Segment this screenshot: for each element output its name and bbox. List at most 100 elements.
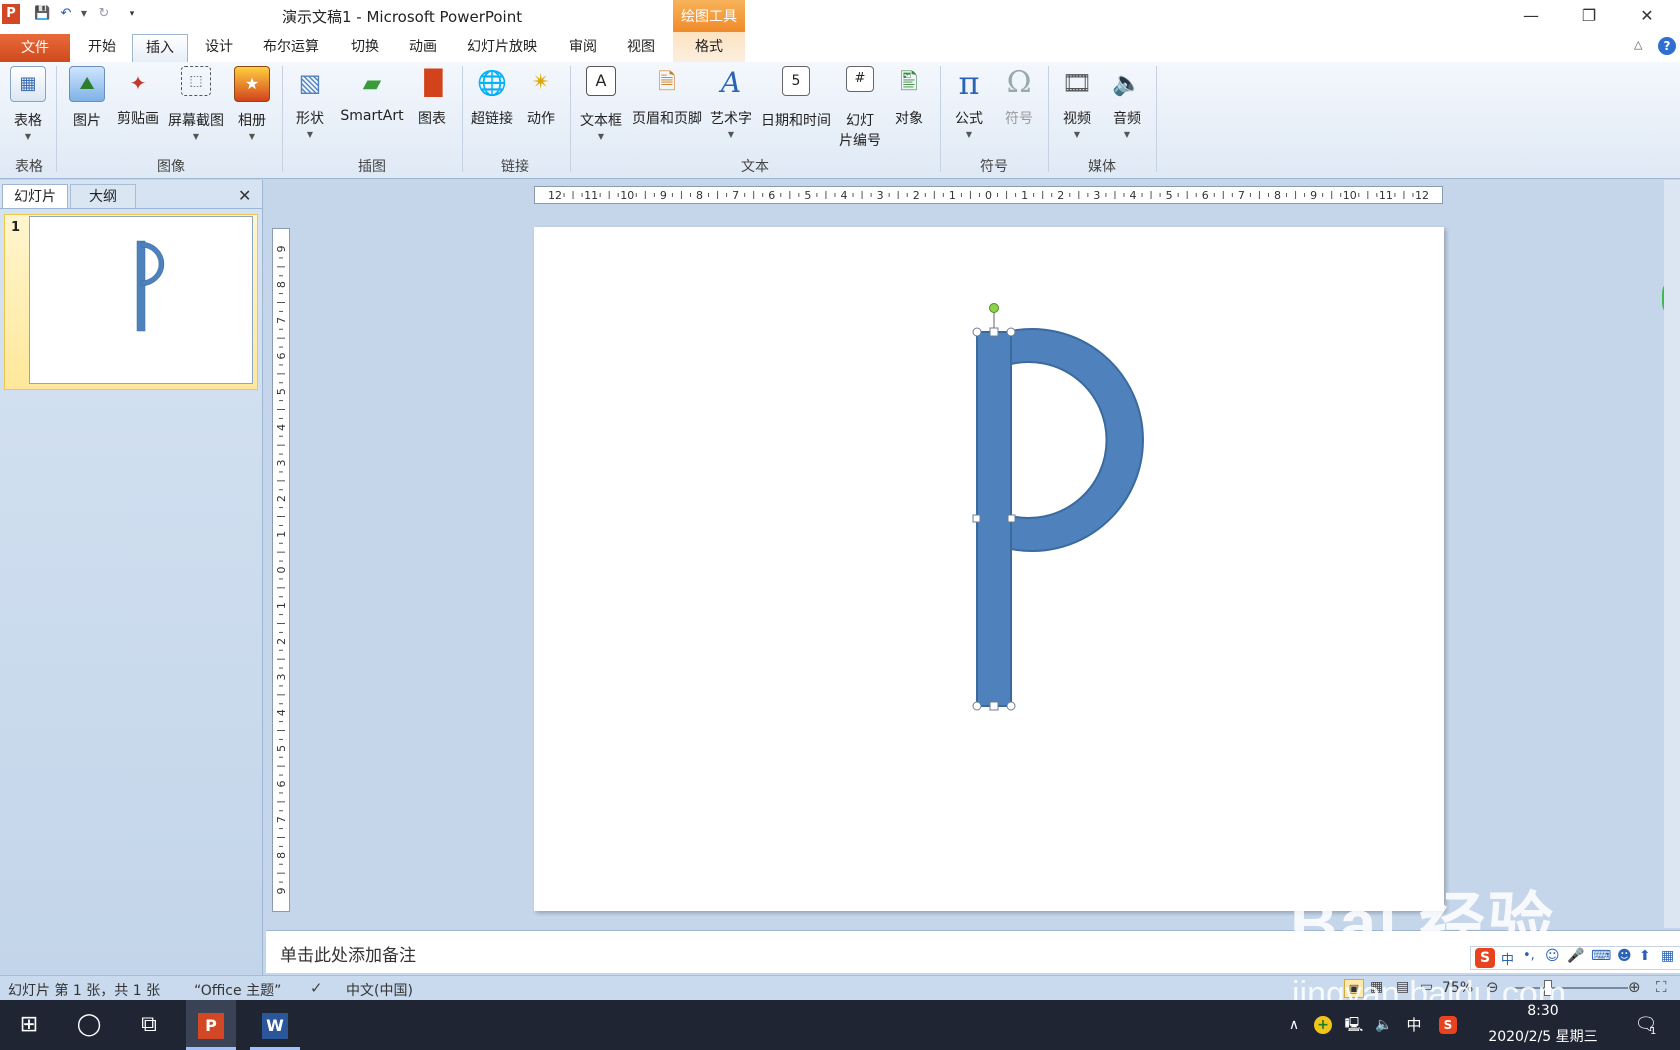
resize-handle-bottom[interactable] xyxy=(989,701,999,711)
toolbox-icon[interactable]: ▦ xyxy=(1661,948,1674,964)
undo-dropdown-icon[interactable]: ▼ xyxy=(76,6,92,22)
zoom-slider[interactable] xyxy=(1508,987,1628,989)
tray-app-icon[interactable]: + xyxy=(1312,1000,1334,1050)
tab-view[interactable]: 视图 xyxy=(616,34,666,61)
wordart-button[interactable]: A 艺术字 ▼ xyxy=(708,66,754,139)
tab-insert[interactable]: 插入 xyxy=(132,34,188,62)
word-app-icon: W xyxy=(262,1013,288,1039)
zoom-level[interactable]: 75% xyxy=(1442,980,1473,996)
tab-transitions[interactable]: 切换 xyxy=(340,34,390,61)
table-button[interactable]: ▦ 表格 ▼ xyxy=(6,66,50,141)
reading-view-icon[interactable]: ▤ xyxy=(1396,979,1409,995)
fit-to-window-icon[interactable]: ⛶ xyxy=(1656,978,1667,996)
keyboard-icon[interactable]: ⌨ xyxy=(1591,948,1611,964)
theme-status[interactable]: “Office 主题” xyxy=(194,980,281,1000)
editor-vertical-scrollbar[interactable] xyxy=(1664,180,1680,928)
slide-number-button[interactable]: # 幻灯 片编号 xyxy=(836,66,884,150)
smartart-button[interactable]: ▰ SmartArt xyxy=(336,66,408,124)
voice-icon[interactable]: 🎤 xyxy=(1567,948,1584,964)
close-pane-icon[interactable]: ✕ xyxy=(238,186,251,205)
chevron-down-icon: ▼ xyxy=(192,132,200,141)
help-icon[interactable]: ? xyxy=(1658,37,1676,55)
tab-review[interactable]: 审阅 xyxy=(558,34,608,61)
resize-handle-bottom-right[interactable] xyxy=(1006,701,1016,711)
slide-sorter-view-icon[interactable]: ▦ xyxy=(1370,979,1383,995)
slide-canvas[interactable] xyxy=(534,227,1444,911)
close-button[interactable]: ✕ xyxy=(1624,0,1670,32)
ime-mode-icon[interactable]: 中 xyxy=(1501,949,1514,968)
letter-p-bowl-shape[interactable] xyxy=(1010,328,1144,552)
volume-icon[interactable]: 🔈 xyxy=(1372,1000,1396,1050)
normal-view-icon[interactable]: ▣ xyxy=(1344,979,1364,998)
zoom-in-icon[interactable]: ⊕ xyxy=(1628,978,1641,996)
network-icon[interactable]: 🖳 xyxy=(1342,1000,1366,1050)
cortana-search-icon[interactable]: ◯ xyxy=(64,1000,114,1050)
tab-animations[interactable]: 动画 xyxy=(398,34,448,61)
rotation-handle[interactable] xyxy=(989,303,999,313)
tab-design[interactable]: 设计 xyxy=(194,34,244,61)
chevron-down-icon: ▼ xyxy=(965,130,973,139)
clock-time[interactable]: 8:30 xyxy=(1470,1003,1616,1019)
punctuation-icon[interactable]: •, xyxy=(1523,948,1535,963)
save-icon[interactable]: 💾 xyxy=(34,6,50,22)
slideshow-view-icon[interactable]: ▭ xyxy=(1420,979,1433,995)
action-center-icon[interactable]: 🗨 xyxy=(1626,1000,1666,1050)
equation-button[interactable]: π 公式 ▼ xyxy=(946,66,992,139)
tab-slideshow[interactable]: 幻灯片放映 xyxy=(458,34,546,61)
audio-button[interactable]: 🔈 音频 ▼ xyxy=(1104,66,1150,139)
tab-home[interactable]: 开始 xyxy=(78,34,126,61)
album-button[interactable]: ★ 相册 ▼ xyxy=(230,66,274,141)
clock-date[interactable]: 2020/2/5 星期三 xyxy=(1470,1026,1616,1046)
skin-icon[interactable]: ⬆ xyxy=(1639,948,1651,964)
taskbar-powerpoint-icon[interactable]: P xyxy=(186,1000,236,1050)
object-button[interactable]: 🖺 对象 xyxy=(886,66,932,128)
ime-toolbar[interactable]: S 中 •, ☺ 🎤 ⌨ ☻ ⬆ ▦ xyxy=(1470,946,1680,970)
minimize-button[interactable]: — xyxy=(1508,0,1554,32)
textbox-button[interactable]: A 文本框 ▼ xyxy=(576,66,626,141)
spellcheck-icon[interactable]: ✓ xyxy=(310,979,323,997)
tab-format[interactable]: 格式 xyxy=(673,32,745,62)
slide-thumbnail[interactable] xyxy=(29,216,253,384)
undo-icon[interactable]: ↶ xyxy=(58,6,74,22)
start-windows-icon[interactable]: ⊞ xyxy=(4,1000,54,1050)
user-icon[interactable]: ☻ xyxy=(1617,948,1632,964)
zoom-out-icon[interactable]: ⊖ xyxy=(1486,978,1499,996)
ribbon-tabs: 文件 开始 插入 设计 布尔运算 切换 动画 幻灯片放映 审阅 视图 格式 △ … xyxy=(0,32,1680,63)
notes-pane[interactable]: 单击此处添加备注 xyxy=(266,930,1680,973)
video-button[interactable]: 🎞 视频 ▼ xyxy=(1054,66,1100,139)
resize-handle-right[interactable] xyxy=(1007,514,1016,523)
zoom-slider-thumb[interactable] xyxy=(1544,980,1552,996)
customize-quick-access-icon[interactable]: ▾ xyxy=(124,6,140,22)
header-footer-button[interactable]: 🗎 页眉和页脚 xyxy=(628,66,706,128)
resize-handle-top-right[interactable] xyxy=(1006,327,1016,337)
clipart-button[interactable]: ✦ 剪贴画 xyxy=(112,66,164,128)
powerpoint-logo-icon[interactable]: P xyxy=(2,4,20,24)
ime-indicator[interactable]: 中 xyxy=(1402,1000,1426,1050)
tab-file[interactable]: 文件 xyxy=(0,34,70,62)
emoji-icon[interactable]: ☺ xyxy=(1545,948,1560,964)
task-view-icon[interactable]: ⧉ xyxy=(124,1000,174,1050)
picture-button[interactable]: ⛰ 图片 xyxy=(64,66,110,130)
show-hidden-icons-icon[interactable]: ∧ xyxy=(1284,1000,1304,1050)
action-button[interactable]: ✴ 动作 xyxy=(520,66,562,128)
redo-icon[interactable]: ↻ xyxy=(96,6,112,22)
datetime-button[interactable]: 5 日期和时间 xyxy=(758,66,834,130)
chart-button[interactable]: ▐▌ 图表 xyxy=(410,66,454,128)
screenshot-button[interactable]: ⬚ 屏幕截图 ▼ xyxy=(164,66,228,141)
taskbar-word-icon[interactable]: W xyxy=(250,1000,300,1050)
hyperlink-button[interactable]: 🌐 超链接 xyxy=(466,66,518,128)
resize-handle-bottom-left[interactable] xyxy=(972,701,982,711)
sogou-icon[interactable]: S xyxy=(1475,948,1495,968)
tab-boolean-ops[interactable]: 布尔运算 xyxy=(254,34,328,61)
shapes-button[interactable]: ▧ 形状 ▼ xyxy=(288,66,332,139)
letter-p-stem-shape[interactable] xyxy=(976,331,1012,707)
resize-handle-left[interactable] xyxy=(972,514,981,523)
tab-outline[interactable]: 大纲 xyxy=(70,184,136,209)
sogou-tray-icon[interactable]: S xyxy=(1436,1000,1460,1050)
resize-handle-top-left[interactable] xyxy=(972,327,982,337)
language-status[interactable]: 中文(中国) xyxy=(346,980,413,1000)
minimize-ribbon-icon[interactable]: △ xyxy=(1634,38,1642,51)
tab-slides[interactable]: 幻灯片 xyxy=(2,184,68,209)
restore-button[interactable]: ❐ xyxy=(1566,0,1612,32)
resize-handle-top[interactable] xyxy=(989,327,999,337)
